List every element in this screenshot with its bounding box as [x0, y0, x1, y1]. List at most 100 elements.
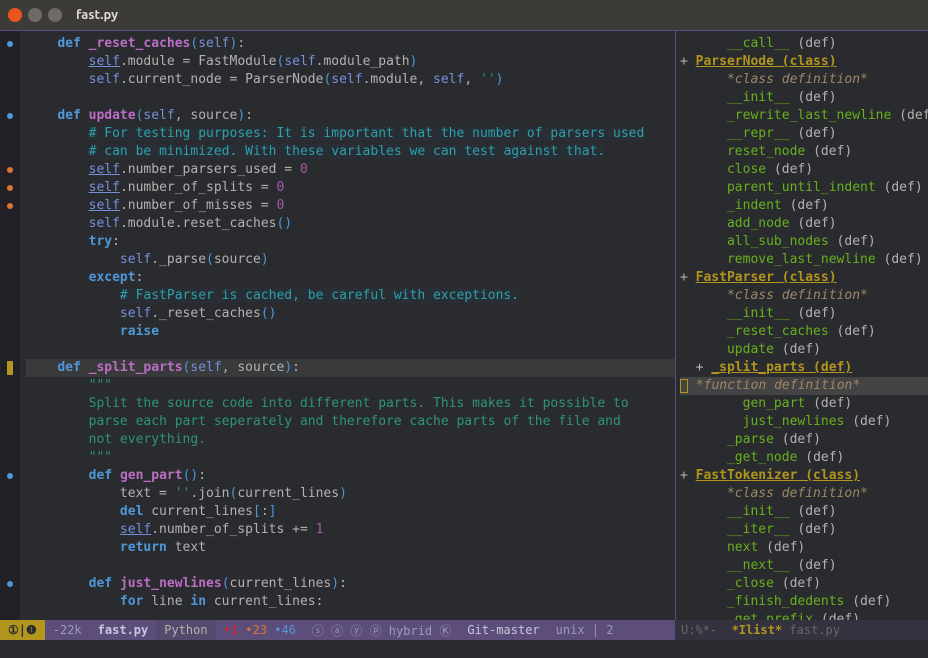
gutter-mark [0, 467, 20, 485]
outline-item[interactable]: + _split_parts (def) [680, 359, 928, 377]
code-line[interactable]: # For testing purposes: It is important … [26, 125, 675, 143]
code-line[interactable]: # FastParser is cached, be careful with … [26, 287, 675, 305]
outline-item[interactable]: *function definition* [680, 377, 928, 395]
outline-item[interactable]: _get_node (def) [680, 449, 928, 467]
outline-item[interactable]: update (def) [680, 341, 928, 359]
code-line[interactable]: self._reset_caches() [26, 305, 675, 323]
gutter-mark [0, 431, 20, 449]
ilist-label: *Ilist* [732, 623, 783, 637]
gutter-mark [0, 485, 20, 503]
buffer-state: - 22k [45, 620, 90, 640]
code-line[interactable] [26, 557, 675, 575]
code-line[interactable]: def _split_parts(self, source): [26, 359, 675, 377]
outline-item[interactable]: _parse (def) [680, 431, 928, 449]
modeline-right: U:%*- *Ilist* fast.py [675, 620, 928, 640]
code-line[interactable]: del current_lines[:] [26, 503, 675, 521]
code-line[interactable] [26, 89, 675, 107]
outline-item[interactable]: all_sub_nodes (def) [680, 233, 928, 251]
code-line[interactable]: self.number_of_splits += 1 [26, 521, 675, 539]
code-line[interactable]: parse each part seperately and therefore… [26, 413, 675, 431]
outline-item[interactable]: _reset_caches (def) [680, 323, 928, 341]
window-title: fast.py [76, 8, 118, 22]
minor-modes: ⓢ ⓐ ⓨ ⓟ hybrid Ⓚ [304, 620, 459, 640]
outline-item[interactable]: next (def) [680, 539, 928, 557]
code-line[interactable]: Split the source code into different par… [26, 395, 675, 413]
outline-item[interactable]: + ParserNode (class) [680, 53, 928, 71]
encoding: unix | 2 [548, 620, 622, 640]
buffer-name: fast.py [90, 620, 157, 640]
cursor-icon [680, 379, 688, 393]
outline-item[interactable]: *class definition* [680, 71, 928, 89]
gutter-mark [0, 269, 20, 287]
outline-item[interactable]: _close (def) [680, 575, 928, 593]
outline-item[interactable]: __next__ (def) [680, 557, 928, 575]
gutter-mark [0, 71, 20, 89]
code-line[interactable]: """ [26, 377, 675, 395]
code-line[interactable]: def update(self, source): [26, 107, 675, 125]
code-line[interactable]: self.module.reset_caches() [26, 215, 675, 233]
outline-item[interactable]: gen_part (def) [680, 395, 928, 413]
outline-item[interactable]: __init__ (def) [680, 305, 928, 323]
code-line[interactable]: def just_newlines(current_lines): [26, 575, 675, 593]
code-line[interactable]: self.current_node = ParserNode(self.modu… [26, 71, 675, 89]
close-icon[interactable] [8, 8, 22, 22]
code-line[interactable]: self.number_parsers_used = 0 [26, 161, 675, 179]
gutter-mark [0, 233, 20, 251]
code-line[interactable]: # can be minimized. With these variables… [26, 143, 675, 161]
outline-item[interactable]: reset_node (def) [680, 143, 928, 161]
flycheck-counts: •1 •23 •46 [216, 620, 304, 640]
gutter-mark [0, 503, 20, 521]
code-line[interactable]: self._parse(source) [26, 251, 675, 269]
code-line[interactable]: text = ''.join(current_lines) [26, 485, 675, 503]
code-line[interactable]: except: [26, 269, 675, 287]
outline-item[interactable]: __init__ (def) [680, 503, 928, 521]
code-line[interactable]: return text [26, 539, 675, 557]
code-line[interactable]: for line in current_lines: [26, 593, 675, 611]
outline-item[interactable]: _indent (def) [680, 197, 928, 215]
code-line[interactable]: self.number_of_splits = 0 [26, 179, 675, 197]
gutter-mark [0, 395, 20, 413]
outline-item[interactable]: close (def) [680, 161, 928, 179]
code-line[interactable]: self.module = FastModule(self.module_pat… [26, 53, 675, 71]
outline-item[interactable]: _finish_dedents (def) [680, 593, 928, 611]
outline-item[interactable]: _get_prefix (def) [680, 611, 928, 620]
gutter-mark [0, 575, 20, 593]
code-line[interactable]: def gen_part(): [26, 467, 675, 485]
code-line[interactable]: not everything. [26, 431, 675, 449]
outline-item[interactable]: *class definition* [680, 485, 928, 503]
code-line[interactable]: """ [26, 449, 675, 467]
outline-item[interactable]: __call__ (def) [680, 35, 928, 53]
outline-item[interactable]: __repr__ (def) [680, 125, 928, 143]
gutter-mark [0, 539, 20, 557]
outline-item[interactable]: parent_until_indent (def) [680, 179, 928, 197]
buffer-state-right: U:%*- [681, 623, 717, 637]
maximize-icon[interactable] [48, 8, 62, 22]
gutter-mark [0, 197, 20, 215]
minimize-icon[interactable] [28, 8, 42, 22]
gutter-mark [0, 305, 20, 323]
outline-item[interactable]: *class definition* [680, 287, 928, 305]
code-line[interactable]: raise [26, 323, 675, 341]
gutter-mark [0, 287, 20, 305]
code-line[interactable] [26, 341, 675, 359]
outline-item[interactable]: _rewrite_last_newline (def) [680, 107, 928, 125]
code-line[interactable]: try: [26, 233, 675, 251]
gutter-mark [0, 179, 20, 197]
code-area[interactable]: def _reset_caches(self): self.module = F… [20, 31, 675, 620]
outline-item[interactable]: just_newlines (def) [680, 413, 928, 431]
outline-item[interactable]: __init__ (def) [680, 89, 928, 107]
gutter-mark [0, 557, 20, 575]
outline-item[interactable]: add_node (def) [680, 215, 928, 233]
code-line[interactable]: self.number_of_misses = 0 [26, 197, 675, 215]
gutter-mark [0, 53, 20, 71]
outline-item[interactable]: __iter__ (def) [680, 521, 928, 539]
gutter-mark [0, 89, 20, 107]
editor-pane[interactable]: def _reset_caches(self): self.module = F… [0, 31, 675, 620]
code-line[interactable]: def _reset_caches(self): [26, 35, 675, 53]
window-number: ①|❶ [0, 620, 45, 640]
outline-item[interactable]: + FastParser (class) [680, 269, 928, 287]
outline-item[interactable]: remove_last_newline (def) [680, 251, 928, 269]
outline-pane[interactable]: __call__ (def)+ ParserNode (class) *clas… [675, 31, 928, 620]
ilist-file: fast.py [789, 623, 840, 637]
outline-item[interactable]: + FastTokenizer (class) [680, 467, 928, 485]
